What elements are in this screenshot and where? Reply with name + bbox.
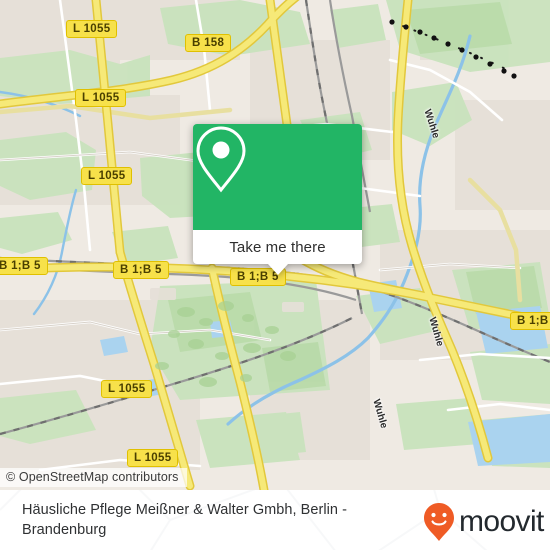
popup-card-footer[interactable]: Take me there — [193, 230, 362, 275]
osm-attribution[interactable]: © OpenStreetMap contributors — [0, 468, 187, 487]
road-shield: B 1;B — [510, 312, 550, 330]
moovit-logo[interactable]: moovit — [424, 503, 544, 541]
take-me-there-button[interactable]: Take me there — [229, 239, 325, 256]
screenshot-root: L 1055 B 158 L 1055 L 1055 B 1;B 5 B 1;B… — [0, 0, 550, 550]
road-shield: L 1055 — [66, 20, 118, 38]
moovit-wordmark: moovit — [459, 505, 544, 538]
road-shield: B 158 — [185, 34, 232, 52]
popup-pointer — [267, 264, 288, 275]
road-shield: B 1;B 5 — [113, 261, 169, 279]
road-shield: L 1055 — [75, 89, 127, 107]
road-shield: L 1055 — [81, 167, 133, 185]
road-shield: B 1;B 5 — [0, 257, 48, 275]
road-shield: L 1055 — [127, 449, 179, 467]
page-title: Häusliche Pflege Meißner & Walter Gmbh, … — [22, 502, 348, 538]
map-canvas[interactable]: L 1055 B 158 L 1055 L 1055 B 1;B 5 B 1;B… — [0, 0, 550, 490]
moovit-smiley-pin-icon — [424, 503, 454, 541]
popup-card-body — [193, 124, 362, 230]
road-shield: L 1055 — [101, 380, 153, 398]
location-popup-card[interactable]: Take me there — [193, 124, 362, 275]
map-pin-icon — [196, 126, 246, 193]
